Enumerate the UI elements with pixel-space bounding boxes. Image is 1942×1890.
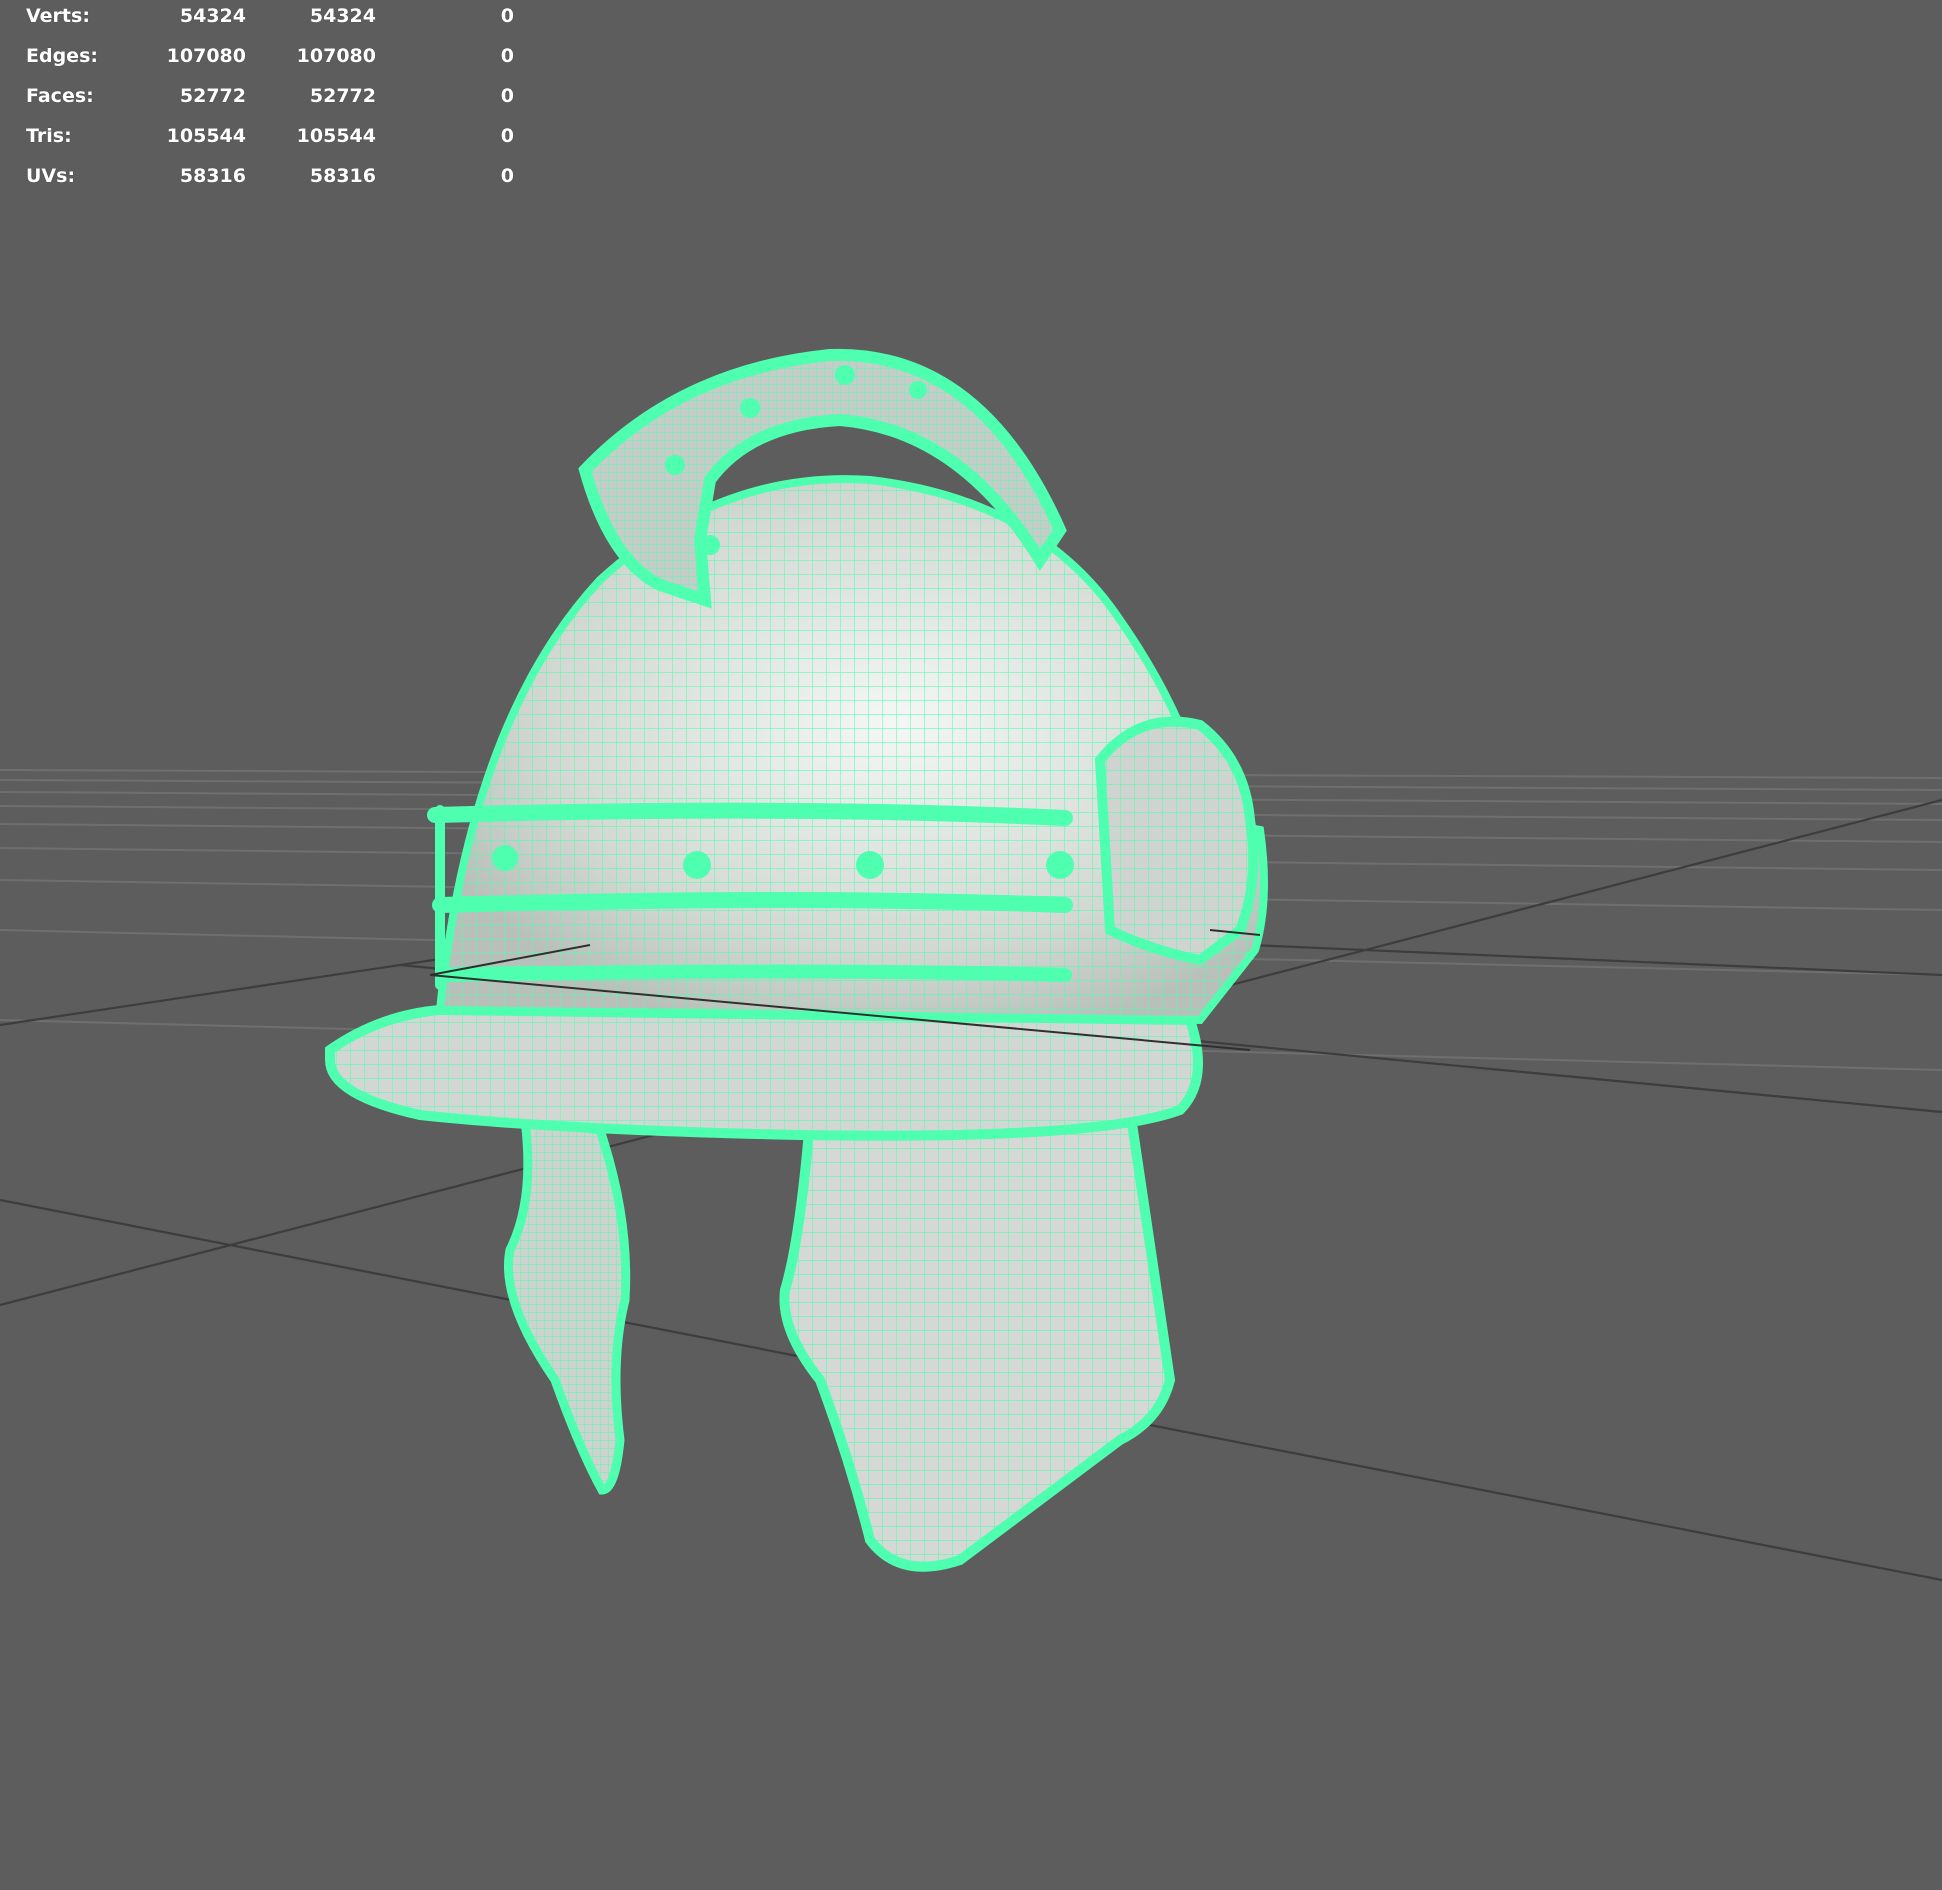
hud-label: Tris: <box>26 125 72 147</box>
hud-value: 0 <box>500 125 514 147</box>
hud-value: 105544 <box>166 125 246 147</box>
3d-viewport[interactable] <box>0 0 1942 1890</box>
viewport-scene <box>0 348 1942 1582</box>
hud-value: 52772 <box>309 85 376 107</box>
hud-value: 0 <box>500 85 514 107</box>
hud-value: 54324 <box>309 5 376 27</box>
hud-value: 58316 <box>179 165 246 187</box>
hud-value: 107080 <box>296 45 376 67</box>
hud-label: Edges: <box>26 45 98 67</box>
hud-value: 0 <box>500 5 514 27</box>
hud-label: UVs: <box>26 165 76 187</box>
hud-label: Faces: <box>26 85 94 107</box>
hud-value: 107080 <box>166 45 246 67</box>
hud-value: 54324 <box>179 5 246 27</box>
hud-value: 52772 <box>179 85 246 107</box>
hud-value: 58316 <box>309 165 376 187</box>
helmet-model[interactable] <box>325 348 1268 1572</box>
hud-value: 0 <box>500 45 514 67</box>
hud-value: 105544 <box>296 125 376 147</box>
hud-value: 0 <box>500 165 514 187</box>
hud-label: Verts: <box>26 5 90 27</box>
